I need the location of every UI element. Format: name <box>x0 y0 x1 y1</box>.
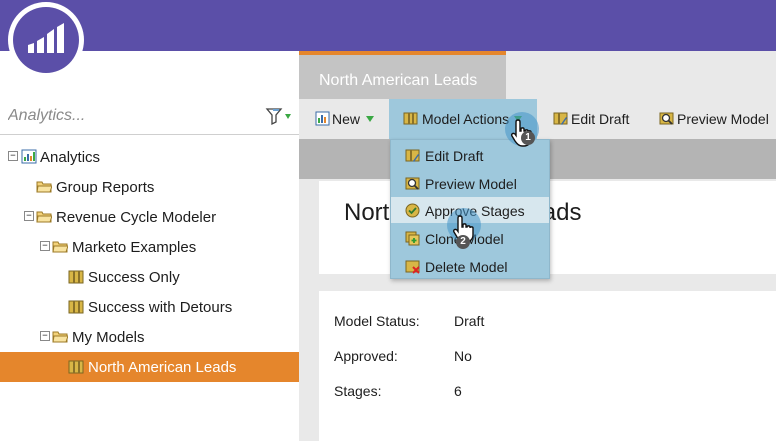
tree-search-row <box>0 97 299 135</box>
preview-model-button[interactable]: Preview Model <box>649 99 776 139</box>
menu-item-label: Edit Draft <box>425 148 484 164</box>
folder-icon <box>36 209 53 224</box>
model-icon <box>68 299 84 314</box>
tree-item-label: Success Only <box>88 269 180 286</box>
tree-item-label: Revenue Cycle Modeler <box>56 209 217 226</box>
tab-north-american-leads[interactable]: North American Leads <box>299 51 506 99</box>
tab-label: North American Leads <box>319 72 478 89</box>
menu-item-delete-model[interactable]: Delete Model <box>391 253 549 279</box>
tree-item-success-only[interactable]: Success Only <box>0 262 299 292</box>
collapse-toggle-icon[interactable]: − <box>40 241 50 251</box>
tree-item-group-reports[interactable]: Group Reports <box>0 172 299 202</box>
preview-model-label: Preview Model <box>677 111 769 127</box>
tree-item-analytics[interactable]: − Analytics <box>0 142 299 172</box>
menu-item-label: Delete Model <box>425 259 508 275</box>
tree-item-marketo-examples[interactable]: − Marketo Examples <box>0 232 299 262</box>
info-row-stages: Stages: 6 <box>334 383 754 403</box>
tree-item-north-american-leads[interactable]: North American Leads <box>0 352 299 382</box>
logo-mark-icon <box>13 7 79 73</box>
edit-draft-icon <box>405 148 420 163</box>
info-value: No <box>454 348 472 364</box>
hand-cursor-step-2: 2 <box>447 208 487 249</box>
tree-item-label: Group Reports <box>56 179 155 196</box>
folder-icon <box>52 329 69 344</box>
tree-item-revenue-cycle-modeler[interactable]: − Revenue Cycle Modeler <box>0 202 299 232</box>
filter-dropdown-button[interactable] <box>264 106 294 126</box>
tree-search-input[interactable] <box>8 105 248 127</box>
approve-icon <box>405 203 420 218</box>
info-key: Stages: <box>334 383 382 399</box>
info-key: Model Status: <box>334 313 420 329</box>
menu-item-label: Preview Model <box>425 176 517 192</box>
menu-item-preview-model[interactable]: Preview Model <box>391 170 549 196</box>
left-navigation-panel: − Analytics Group Reports − Revenue Cycl… <box>0 51 299 441</box>
edit-draft-label: Edit Draft <box>571 111 630 127</box>
collapse-toggle-icon[interactable]: − <box>40 331 50 341</box>
edit-draft-icon <box>553 111 568 126</box>
info-row-approved: Approved: No <box>334 348 754 368</box>
funnel-icon <box>265 108 291 126</box>
tree-item-label: My Models <box>72 329 145 346</box>
info-row-model-status: Model Status: Draft <box>334 313 754 333</box>
collapse-toggle-icon[interactable]: − <box>8 151 18 161</box>
model-icon <box>68 269 84 284</box>
model-info-card: Model Status: Draft Approved: No Stages:… <box>319 291 776 441</box>
step-number-badge: 2 <box>456 235 470 249</box>
model-actions-label: Model Actions <box>422 111 510 127</box>
info-value: 6 <box>454 383 462 399</box>
folder-icon <box>36 179 53 194</box>
delete-icon <box>405 259 420 274</box>
step-number-badge: 1 <box>521 131 535 145</box>
tree-item-success-with-detours[interactable]: Success with Detours <box>0 292 299 322</box>
tree-item-label: Analytics <box>40 149 101 166</box>
collapse-toggle-icon[interactable]: − <box>24 211 34 221</box>
clone-icon <box>405 231 420 246</box>
model-icon <box>403 111 418 126</box>
chevron-down-icon <box>366 116 374 122</box>
tree-item-my-models[interactable]: − My Models <box>0 322 299 352</box>
tree-item-label: Marketo Examples <box>72 239 197 256</box>
new-button-label: New <box>332 111 361 127</box>
new-icon <box>315 111 330 126</box>
new-button[interactable]: New <box>299 99 387 139</box>
model-icon <box>68 359 84 374</box>
preview-icon <box>405 176 420 191</box>
edit-draft-button[interactable]: Edit Draft <box>547 99 645 139</box>
hand-cursor-step-1: 1 <box>505 112 545 152</box>
tree-item-label: Success with Detours <box>88 299 233 316</box>
preview-icon <box>659 111 674 126</box>
top-header-bar <box>0 0 776 51</box>
marketo-logo[interactable] <box>8 2 84 78</box>
tree-item-label: North American Leads <box>88 359 237 376</box>
analytics-icon <box>21 149 37 164</box>
folder-icon <box>52 239 69 254</box>
info-value: Draft <box>454 313 485 329</box>
info-key: Approved: <box>334 348 398 364</box>
